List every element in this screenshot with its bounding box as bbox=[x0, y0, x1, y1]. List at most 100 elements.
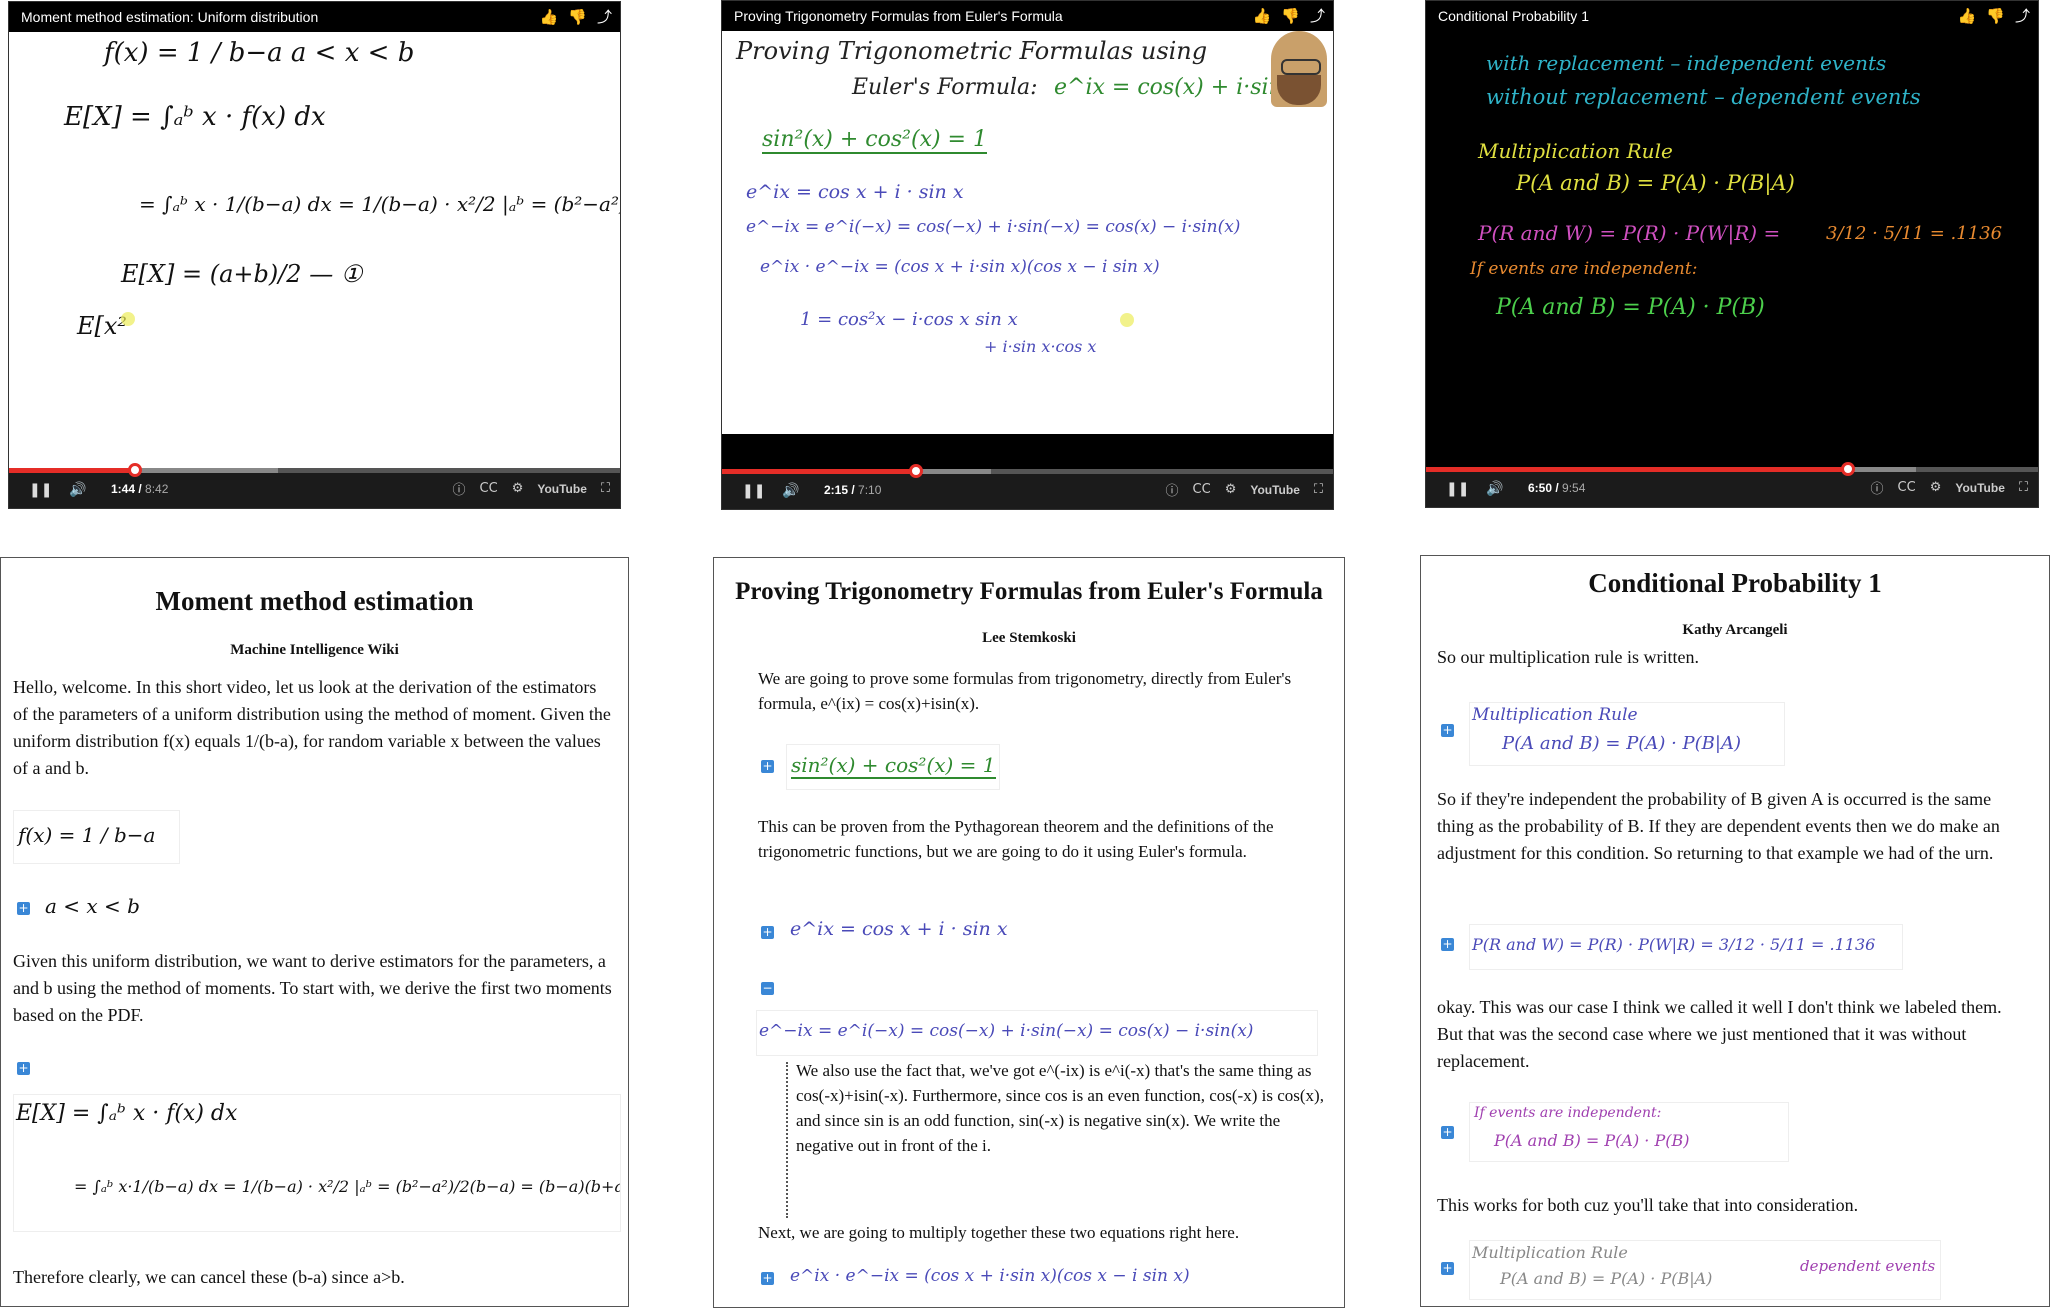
expand-icon[interactable]: + bbox=[1441, 1126, 1454, 1139]
share-icon[interactable]: ⤴ bbox=[597, 6, 612, 28]
expand-icon[interactable]: + bbox=[17, 902, 30, 915]
whiteboard-line: 3/12 · 5/11 = .1136 bbox=[1826, 223, 2003, 244]
scrubber-handle[interactable] bbox=[128, 463, 143, 477]
time-display: 2:15 / 7:10 bbox=[824, 483, 882, 497]
video-letterbox bbox=[722, 434, 1333, 471]
article-panel-3: Conditional Probability 1 Kathy Arcangel… bbox=[1420, 555, 2050, 1307]
player-controls: ❚❚ 🔊 2:15 / 7:10 ⓘ CC ⚙ YouTube ⛶ bbox=[722, 464, 1333, 509]
thumbs-down-icon[interactable]: 👎 bbox=[568, 6, 587, 28]
video-frame[interactable]: f(x) = 1 / b−a a < x < b E[X] = ∫ₐᵇ x · … bbox=[9, 32, 620, 470]
whiteboard-line: P(A and B) = P(A) · P(B) bbox=[1496, 295, 1765, 320]
right-controls: ⓘ CC ⚙ YouTube ⛶ bbox=[1166, 480, 1323, 499]
share-icon[interactable]: ⤴ bbox=[2015, 5, 2030, 27]
thumbs-up-icon[interactable]: 👍 bbox=[540, 6, 559, 28]
video-snippet[interactable]: f(x) = 1 / b−a bbox=[13, 810, 180, 864]
video-frame[interactable]: with replacement – independent events wi… bbox=[1426, 31, 2038, 469]
snippet-text: P(R and W) = P(R) · P(W|R) = 3/12 · 5/11… bbox=[1472, 935, 1876, 954]
video-player-3[interactable]: Conditional Probability 1 👍 👎 ⤴ with rep… bbox=[1425, 0, 2039, 508]
snippet-text[interactable]: e^ix = cos x + i · sin x bbox=[790, 918, 1008, 940]
video-snippet[interactable]: e^−ix = e^i(−x) = cos(−x) + i·sin(−x) = … bbox=[756, 1010, 1318, 1056]
thumbs-down-icon[interactable]: 👎 bbox=[1986, 5, 2005, 27]
video-title[interactable]: Conditional Probability 1 bbox=[1438, 8, 1589, 24]
video-title-bar: Conditional Probability 1 👍 👎 ⤴ bbox=[1426, 1, 2038, 31]
article-paragraph: This works for both cuz you'll take that… bbox=[1437, 1195, 1859, 1215]
annotations-icon[interactable]: ⓘ bbox=[1166, 480, 1179, 499]
youtube-logo-icon[interactable]: YouTube bbox=[1955, 481, 2005, 495]
snippet-text: sin²(x) + cos²(x) = 1 bbox=[791, 753, 996, 779]
progress-bar[interactable] bbox=[1426, 462, 2038, 476]
thumbs-up-icon[interactable]: 👍 bbox=[1958, 5, 1977, 27]
fullscreen-icon[interactable]: ⛶ bbox=[1314, 482, 1323, 497]
scrubber-handle[interactable] bbox=[1841, 462, 1856, 476]
player-controls: ❚❚ 🔊 1:44 / 8:42 ⓘ CC ⚙ YouTube ⛶ bbox=[9, 463, 620, 508]
whiteboard-line: e^−ix = e^i(−x) = cos(−x) + i·sin(−x) = … bbox=[746, 217, 1241, 237]
video-player-1[interactable]: Moment method estimation: Uniform distri… bbox=[8, 1, 621, 509]
settings-gear-icon[interactable]: ⚙ bbox=[1225, 482, 1237, 497]
pause-icon[interactable]: ❚❚ bbox=[1446, 480, 1469, 498]
snippet-text: Multiplication Rule bbox=[1472, 705, 1638, 725]
video-snippet[interactable]: If events are independent: P(A and B) = … bbox=[1469, 1102, 1789, 1162]
avatar-glasses bbox=[1281, 59, 1321, 75]
youtube-logo-icon[interactable]: YouTube bbox=[537, 482, 587, 496]
captions-icon[interactable]: CC bbox=[480, 481, 498, 496]
settings-gear-icon[interactable]: ⚙ bbox=[512, 481, 524, 496]
video-title[interactable]: Moment method estimation: Uniform distri… bbox=[21, 9, 318, 25]
thumbs-up-icon[interactable]: 👍 bbox=[1253, 5, 1272, 27]
expand-icon[interactable]: + bbox=[761, 760, 774, 773]
whiteboard-line: Euler's Formula: bbox=[852, 75, 1038, 100]
article-paragraph: Given this uniform distribution, we want… bbox=[13, 951, 612, 1025]
volume-icon[interactable]: 🔊 bbox=[782, 482, 799, 500]
thumbs-down-icon[interactable]: 👎 bbox=[1281, 5, 1300, 27]
annotations-icon[interactable]: ⓘ bbox=[1871, 478, 1884, 497]
current-time: 2:15 bbox=[824, 483, 849, 497]
played-bar bbox=[1426, 467, 1849, 472]
right-controls: ⓘ CC ⚙ YouTube ⛶ bbox=[1871, 478, 2028, 497]
fullscreen-icon[interactable]: ⛶ bbox=[601, 481, 610, 496]
whiteboard-line: P(R and W) = P(R) · P(W|R) = bbox=[1478, 221, 1781, 245]
snippet-text[interactable]: e^ix · e^−ix = (cos x + i·sin x)(cos x −… bbox=[790, 1266, 1190, 1286]
fullscreen-icon[interactable]: ⛶ bbox=[2019, 480, 2028, 495]
expand-icon[interactable]: + bbox=[761, 1272, 774, 1285]
expand-icon[interactable]: + bbox=[17, 1062, 30, 1075]
progress-bar[interactable] bbox=[722, 464, 1333, 478]
expand-icon[interactable]: + bbox=[1441, 938, 1454, 951]
whiteboard-line: Multiplication Rule bbox=[1478, 139, 1673, 163]
scrubber-handle[interactable] bbox=[909, 464, 924, 478]
video-snippet[interactable]: Multiplication Rule P(A and B) = P(A) · … bbox=[1469, 1240, 1941, 1300]
whiteboard-line: = ∫ₐᵇ x · 1/(b−a) dx = 1/(b−a) · x²/2 |ₐ… bbox=[139, 192, 621, 216]
video-snippet[interactable]: E[X] = ∫ₐᵇ x · f(x) dx = ∫ₐᵇ x·1/(b−a) d… bbox=[13, 1094, 621, 1232]
expand-icon[interactable]: + bbox=[1441, 1262, 1454, 1275]
snippet-text[interactable]: a < x < b bbox=[45, 894, 140, 918]
video-snippet[interactable]: sin²(x) + cos²(x) = 1 bbox=[786, 744, 1000, 790]
time-display: 1:44 / 8:42 bbox=[111, 482, 169, 496]
volume-icon[interactable]: 🔊 bbox=[69, 481, 86, 499]
article-paragraph: Next, we are going to multiply together … bbox=[758, 1223, 1240, 1242]
video-snippet[interactable]: Multiplication Rule P(A and B) = P(A) · … bbox=[1469, 702, 1785, 766]
article-paragraph: We also use the fact that, we've got e^(… bbox=[796, 1061, 1324, 1155]
pause-icon[interactable]: ❚❚ bbox=[29, 481, 52, 499]
settings-gear-icon[interactable]: ⚙ bbox=[1930, 480, 1942, 495]
captions-icon[interactable]: CC bbox=[1193, 482, 1211, 497]
video-player-2[interactable]: Proving Trigonometry Formulas from Euler… bbox=[721, 0, 1334, 510]
article-paragraph: So if they're independent the probabilit… bbox=[1437, 789, 2000, 863]
youtube-logo-icon[interactable]: YouTube bbox=[1250, 483, 1300, 497]
captions-icon[interactable]: CC bbox=[1898, 480, 1916, 495]
player-controls: ❚❚ 🔊 6:50 / 9:54 ⓘ CC ⚙ YouTube ⛶ bbox=[1426, 462, 2038, 507]
cursor-highlight bbox=[1120, 313, 1134, 327]
volume-icon[interactable]: 🔊 bbox=[1486, 480, 1503, 498]
cursor-highlight bbox=[121, 312, 135, 326]
article-title: Proving Trigonometry Formulas from Euler… bbox=[735, 578, 1323, 605]
expand-icon[interactable]: + bbox=[1441, 724, 1454, 737]
article-panel-2: Proving Trigonometry Formulas from Euler… bbox=[713, 557, 1345, 1308]
video-snippet[interactable]: P(R and W) = P(R) · P(W|R) = 3/12 · 5/11… bbox=[1469, 924, 1903, 970]
video-title[interactable]: Proving Trigonometry Formulas from Euler… bbox=[734, 8, 1063, 24]
annotations-icon[interactable]: ⓘ bbox=[453, 479, 466, 498]
video-frame[interactable]: Proving Trigonometric Formulas using Eul… bbox=[722, 31, 1333, 434]
whiteboard-line: E[X] = (a+b)/2 — ① bbox=[121, 260, 363, 288]
collapse-icon[interactable]: − bbox=[761, 982, 774, 995]
played-bar bbox=[9, 468, 136, 473]
progress-bar[interactable] bbox=[9, 463, 620, 477]
expand-icon[interactable]: + bbox=[761, 926, 774, 939]
pause-icon[interactable]: ❚❚ bbox=[742, 482, 765, 500]
share-icon[interactable]: ⤴ bbox=[1310, 5, 1325, 27]
